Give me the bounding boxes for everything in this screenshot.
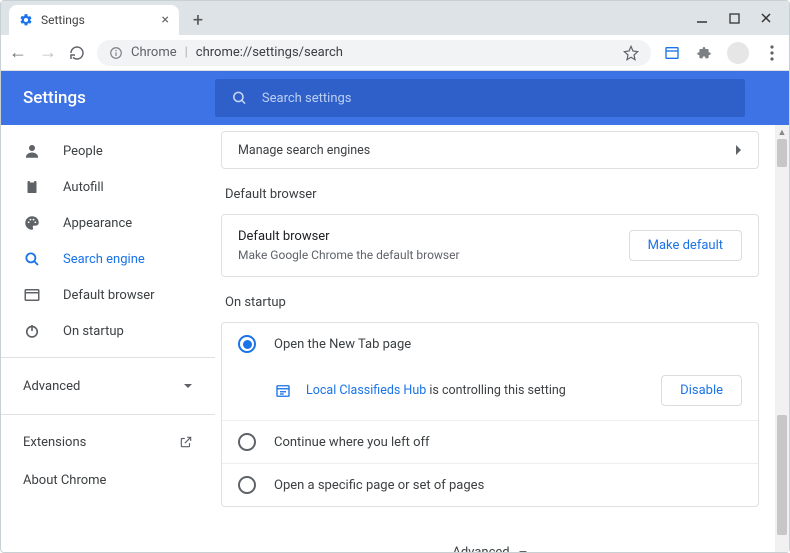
url-text: chrome://settings/search xyxy=(196,45,343,60)
chevron-down-icon xyxy=(183,381,193,391)
clipboard-icon xyxy=(23,178,41,196)
sidebar-item-autofill[interactable]: Autofill xyxy=(1,169,215,205)
back-button[interactable]: ← xyxy=(9,42,27,63)
scrollbar[interactable]: ▲ xyxy=(775,125,789,552)
sidebar-item-people[interactable]: People xyxy=(1,133,215,169)
omnibox[interactable]: Chrome | chrome://settings/search xyxy=(97,40,651,66)
scrollbar-thumb[interactable] xyxy=(777,415,787,535)
sidebar-item-label: People xyxy=(63,144,103,159)
sidebar-item-search-engine[interactable]: Search engine xyxy=(1,241,215,277)
sidebar: People Autofill Appearance Search engine… xyxy=(1,125,215,552)
menu-dots-icon[interactable] xyxy=(763,44,781,62)
gear-icon xyxy=(19,13,33,27)
external-link-icon xyxy=(179,435,193,449)
close-icon[interactable]: × xyxy=(162,12,169,28)
sidebar-item-extensions[interactable]: Extensions xyxy=(1,423,215,461)
startup-option-label: Open the New Tab page xyxy=(274,337,411,352)
manage-search-engines-row[interactable]: Manage search engines xyxy=(221,131,759,169)
main-content: Manage search engines Default browser De… xyxy=(215,125,789,552)
browser-tab[interactable]: Settings × xyxy=(9,5,179,35)
page-title: Settings xyxy=(23,88,215,108)
star-icon[interactable] xyxy=(623,45,639,61)
default-browser-subtitle: Make Google Chrome the default browser xyxy=(238,248,460,262)
advanced-footer-toggle[interactable]: Advanced xyxy=(221,525,759,552)
settings-header: Settings xyxy=(1,71,789,125)
sidebar-advanced-toggle[interactable]: Advanced xyxy=(1,366,215,406)
extension-name-link[interactable]: Local Classifieds Hub xyxy=(306,383,426,398)
search-input[interactable] xyxy=(262,91,729,106)
sidebar-item-label: Appearance xyxy=(63,216,132,231)
chevron-down-icon xyxy=(518,548,528,553)
extension-controlling-text: is controlling this setting xyxy=(426,383,566,398)
sidebar-item-appearance[interactable]: Appearance xyxy=(1,205,215,241)
scrollbar-thumb[interactable] xyxy=(777,139,787,167)
browser-titlebar: Settings × + xyxy=(1,1,789,35)
advanced-footer-label: Advanced xyxy=(452,545,509,552)
sidebar-item-default-browser[interactable]: Default browser xyxy=(1,277,215,313)
extension-icon xyxy=(274,382,292,400)
profile-avatar[interactable] xyxy=(727,42,749,64)
reload-button[interactable] xyxy=(69,45,85,61)
manage-search-engines-label: Manage search engines xyxy=(238,143,370,158)
chevron-right-icon xyxy=(734,144,742,156)
sidebar-item-label: Default browser xyxy=(63,288,155,303)
browser-window-icon xyxy=(23,286,41,304)
power-icon xyxy=(23,322,41,340)
window-close-icon[interactable] xyxy=(759,11,773,25)
person-icon xyxy=(23,142,41,160)
sidebar-item-label: On startup xyxy=(63,324,124,339)
tab-title: Settings xyxy=(41,13,85,27)
startup-option-label: Continue where you left off xyxy=(274,435,430,450)
radio-button[interactable] xyxy=(238,476,256,494)
disable-button[interactable]: Disable xyxy=(661,375,742,406)
on-startup-card: Open the New Tab page Local Classifieds … xyxy=(221,322,759,507)
default-browser-card: Default browser Make Google Chrome the d… xyxy=(221,214,759,277)
sidebar-item-on-startup[interactable]: On startup xyxy=(1,313,215,349)
sidebar-item-label: Autofill xyxy=(63,180,104,195)
extension-puzzle-icon[interactable] xyxy=(695,44,713,62)
on-startup-section-label: On startup xyxy=(225,295,759,310)
maximize-icon[interactable] xyxy=(727,11,741,25)
search-icon xyxy=(231,89,248,107)
panel-icon[interactable] xyxy=(663,44,681,62)
default-browser-section-label: Default browser xyxy=(225,187,759,202)
startup-option-specific-page[interactable]: Open a specific page or set of pages xyxy=(222,464,758,506)
radio-button[interactable] xyxy=(238,335,256,353)
new-tab-button[interactable]: + xyxy=(185,7,211,33)
palette-icon xyxy=(23,214,41,232)
address-bar: ← → Chrome | chrome://settings/search xyxy=(1,35,789,71)
default-browser-title: Default browser xyxy=(238,229,460,244)
scheme-label: Chrome xyxy=(131,45,177,60)
about-label: About Chrome xyxy=(23,473,106,488)
startup-option-new-tab[interactable]: Open the New Tab page xyxy=(222,323,758,365)
extensions-label: Extensions xyxy=(23,435,86,450)
startup-option-continue[interactable]: Continue where you left off xyxy=(222,421,758,464)
sidebar-item-about[interactable]: About Chrome xyxy=(1,461,215,499)
forward-button[interactable]: → xyxy=(39,42,57,63)
minimize-icon[interactable] xyxy=(695,11,709,25)
sidebar-item-label: Search engine xyxy=(63,252,145,267)
advanced-label: Advanced xyxy=(23,379,80,394)
extension-controlling-notice: Local Classifieds Hub is controlling thi… xyxy=(222,365,758,421)
startup-option-label: Open a specific page or set of pages xyxy=(274,478,484,493)
make-default-button[interactable]: Make default xyxy=(629,230,742,261)
search-icon xyxy=(23,250,41,268)
radio-button[interactable] xyxy=(238,433,256,451)
search-settings-box[interactable] xyxy=(215,79,745,117)
scroll-up-arrow[interactable]: ▲ xyxy=(777,125,787,139)
info-icon xyxy=(109,46,123,60)
